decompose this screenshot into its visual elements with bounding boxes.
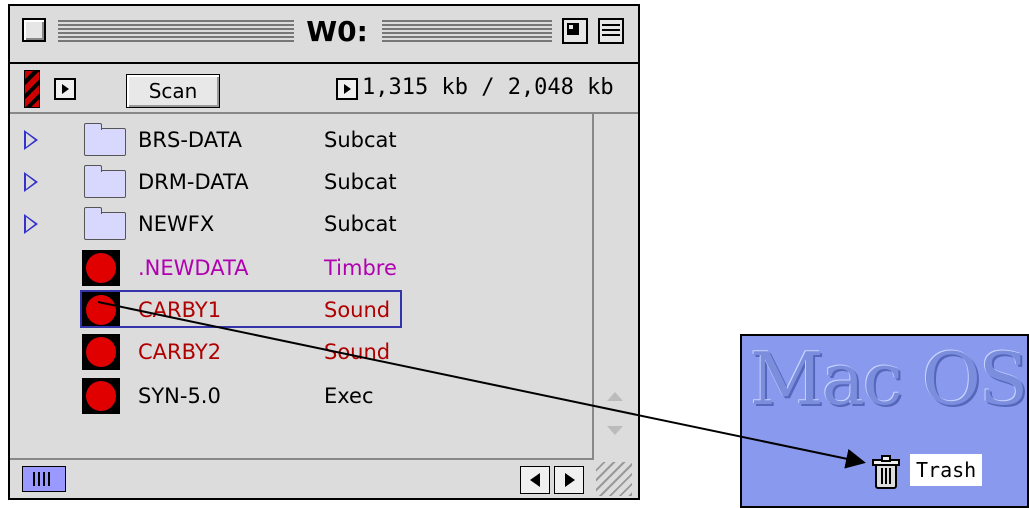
selection-outline xyxy=(80,290,402,328)
folder-icon xyxy=(84,123,126,156)
folder-icon xyxy=(84,165,126,198)
zoom-box-button[interactable] xyxy=(562,18,588,44)
file-window: W0: Scan 1,315 kb / 2,048 kb BRS-DATA Su… xyxy=(8,4,640,500)
scroll-right-arrow-icon[interactable] xyxy=(554,466,584,494)
title-stripes-right xyxy=(382,20,552,44)
item-type: Exec xyxy=(324,384,374,408)
item-name: .NEWDATA xyxy=(138,256,249,280)
folder-icon xyxy=(84,207,126,240)
toolbar: Scan 1,315 kb / 2,048 kb xyxy=(10,64,638,114)
item-type: Subcat xyxy=(324,212,397,236)
status-indicator-icon xyxy=(24,70,40,108)
list-item[interactable]: DRM-DATA Subcat xyxy=(12,162,592,202)
list-item[interactable]: BRS-DATA Subcat xyxy=(12,120,592,160)
trash-label[interactable]: Trash xyxy=(910,454,983,486)
item-type: Timbre xyxy=(324,256,397,280)
red-circle-icon xyxy=(82,378,120,414)
trash-icon[interactable] xyxy=(870,454,902,490)
scroll-up-arrow-icon[interactable] xyxy=(600,382,630,412)
list-item[interactable]: SYN-5.0 Exec xyxy=(12,376,592,416)
item-type: Sound xyxy=(324,340,391,364)
item-name: CARBY2 xyxy=(138,340,222,364)
scroll-thumb[interactable] xyxy=(22,466,66,492)
red-circle-icon xyxy=(82,250,120,286)
disclosure-triangle-icon[interactable] xyxy=(24,214,38,234)
scan-button[interactable]: Scan xyxy=(126,74,220,108)
desktop: Mac OS Trash xyxy=(740,334,1029,508)
red-circle-icon xyxy=(82,334,120,370)
vertical-scrollbar[interactable] xyxy=(592,114,636,458)
scroll-down-arrow-icon[interactable] xyxy=(600,418,630,448)
title-stripes-left xyxy=(58,20,294,44)
item-name: BRS-DATA xyxy=(138,128,243,152)
item-type: Subcat xyxy=(324,170,397,194)
memory-menu-button[interactable] xyxy=(336,78,358,100)
list-item-selected[interactable]: CARBY1 Sound xyxy=(12,290,592,330)
list-item[interactable]: CARBY2 Sound xyxy=(12,332,592,372)
file-list: BRS-DATA Subcat DRM-DATA Subcat NEWFX Su… xyxy=(12,114,592,458)
item-type: Subcat xyxy=(324,128,397,152)
list-item[interactable]: .NEWDATA Timbre xyxy=(12,248,592,288)
resize-grip-icon[interactable] xyxy=(596,462,632,496)
list-item[interactable]: NEWFX Subcat xyxy=(12,204,592,244)
collapse-box-button[interactable] xyxy=(598,18,624,44)
close-box-button[interactable] xyxy=(22,18,46,42)
memory-readout: 1,315 kb / 2,048 kb xyxy=(362,75,614,100)
disclosure-triangle-icon[interactable] xyxy=(24,172,38,192)
mac-os-logo-text: Mac OS xyxy=(750,337,1027,421)
title-bar[interactable]: W0: xyxy=(10,6,638,64)
window-title: W0: xyxy=(294,12,380,52)
horizontal-scrollbar[interactable] xyxy=(10,458,594,498)
expand-triangle-button[interactable] xyxy=(54,78,76,100)
scroll-left-arrow-icon[interactable] xyxy=(520,466,550,494)
item-name: NEWFX xyxy=(138,212,215,236)
item-name: DRM-DATA xyxy=(138,170,249,194)
item-name: SYN-5.0 xyxy=(138,384,221,408)
disclosure-triangle-icon[interactable] xyxy=(24,130,38,150)
